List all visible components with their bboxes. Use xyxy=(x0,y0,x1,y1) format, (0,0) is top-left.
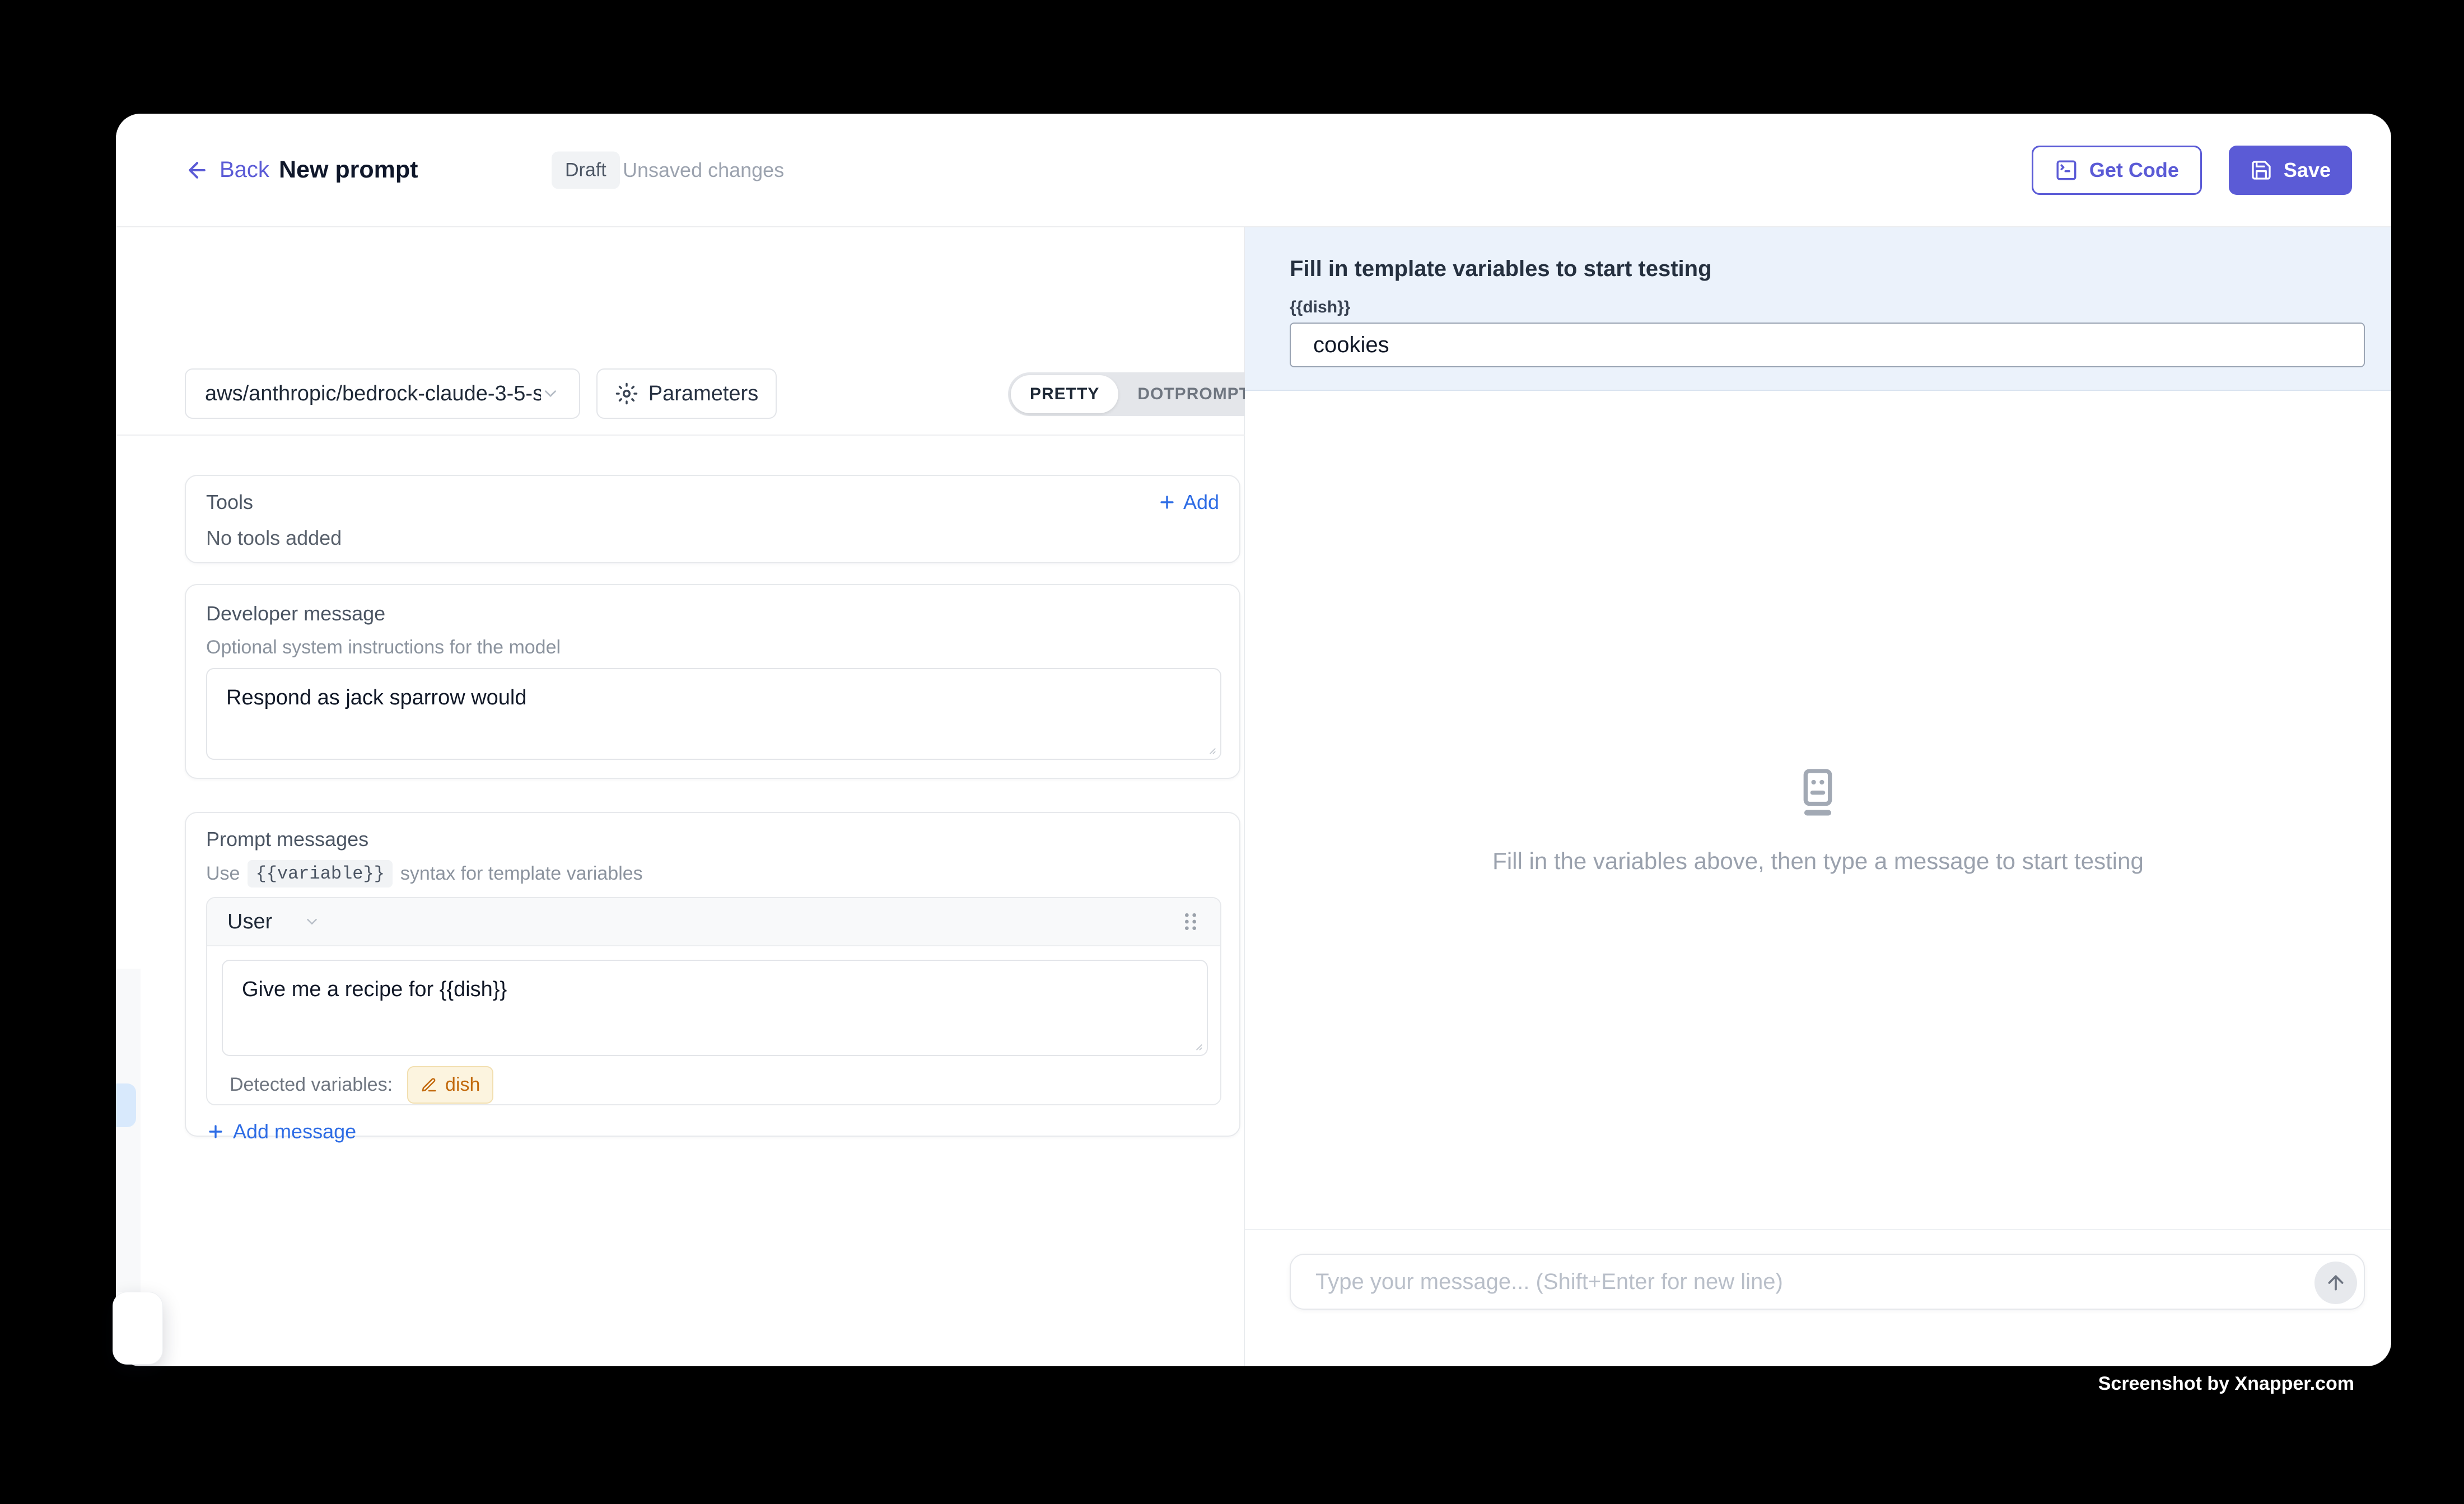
hint-prefix: Use xyxy=(206,863,240,885)
role-select[interactable]: User xyxy=(227,910,320,934)
header: Back New prompt Draft Unsaved changes Ge… xyxy=(116,114,2391,227)
editor-pane: aws/anthropic/bedrock-claude-3-5-s... Pa… xyxy=(116,227,1245,1366)
chevron-down-icon xyxy=(304,913,320,930)
status-badge: Draft xyxy=(552,151,620,189)
model-select[interactable]: aws/anthropic/bedrock-claude-3-5-s... xyxy=(185,368,580,419)
prompt-messages-title: Prompt messages xyxy=(206,828,368,851)
variable-badge-label: dish xyxy=(445,1074,480,1096)
edge-popover-card xyxy=(113,1292,163,1365)
arrow-left-icon xyxy=(185,158,209,183)
get-code-label: Get Code xyxy=(2089,158,2179,182)
page-title: New prompt xyxy=(279,114,418,226)
empty-state-text: Fill in the variables above, then type a… xyxy=(1492,848,2144,875)
add-message-label: Add message xyxy=(233,1120,356,1143)
sidebar-edge-strip xyxy=(116,969,141,1292)
toggle-option-pretty[interactable]: PRETTY xyxy=(1011,375,1118,413)
arrow-up-icon xyxy=(2325,1272,2347,1294)
send-button[interactable] xyxy=(2314,1262,2357,1304)
add-tool-label: Add xyxy=(1183,491,1219,514)
chat-input-bar xyxy=(1245,1229,2391,1366)
back-button[interactable]: Back xyxy=(185,114,269,226)
view-mode-toggle: PRETTY DOTPROMPT xyxy=(1008,372,1272,416)
variable-badge[interactable]: dish xyxy=(407,1066,493,1104)
content: aws/anthropic/bedrock-claude-3-5-s... Pa… xyxy=(116,227,2391,1366)
chat-input-box xyxy=(1290,1254,2365,1310)
unsaved-changes-text: Unsaved changes xyxy=(623,158,784,182)
variable-value-input[interactable] xyxy=(1290,323,2365,367)
terminal-icon xyxy=(2055,158,2078,182)
variables-panel: Fill in template variables to start test… xyxy=(1245,227,2391,391)
detected-variables-row: Detected variables: dish xyxy=(230,1066,493,1104)
parameters-label: Parameters xyxy=(648,382,758,406)
tools-card: Tools Add No tools added xyxy=(185,475,1240,563)
model-select-value: aws/anthropic/bedrock-claude-3-5-s... xyxy=(205,382,541,406)
save-label: Save xyxy=(2284,158,2331,182)
developer-message-subtitle: Optional system instructions for the mod… xyxy=(206,637,561,658)
tools-title: Tools xyxy=(206,491,253,514)
hint-suffix: syntax for template variables xyxy=(400,863,643,885)
test-pane: Fill in template variables to start test… xyxy=(1245,227,2391,1366)
message-header: User xyxy=(207,898,1220,946)
detected-variables-label: Detected variables: xyxy=(230,1074,393,1096)
watermark-text: Screenshot by Xnapper.com xyxy=(2098,1373,2354,1395)
back-label: Back xyxy=(220,157,269,183)
plus-icon xyxy=(206,1122,225,1141)
get-code-button[interactable]: Get Code xyxy=(2032,146,2202,195)
user-message-field-wrap: Give me a recipe for {{dish}} xyxy=(222,960,1208,1056)
developer-message-field-wrap: Respond as jack sparrow would xyxy=(206,668,1221,760)
parameters-button[interactable]: Parameters xyxy=(596,368,777,419)
pencil-icon xyxy=(421,1077,437,1094)
tools-empty-text: No tools added xyxy=(206,526,342,550)
robot-icon xyxy=(1789,764,1847,822)
save-icon xyxy=(2250,159,2272,181)
message-block: User Give me a recipe for {{dish}} xyxy=(206,897,1221,1105)
developer-message-card: Developer message Optional system instru… xyxy=(185,584,1240,779)
role-value: User xyxy=(227,910,272,934)
add-tool-button[interactable]: Add xyxy=(1158,491,1219,514)
developer-message-title: Developer message xyxy=(206,602,385,625)
add-message-button[interactable]: Add message xyxy=(206,1120,356,1143)
variable-name-label: {{dish}} xyxy=(1290,298,1350,317)
developer-message-input[interactable]: Respond as jack sparrow would xyxy=(206,668,1221,760)
sidebar-selected-highlight xyxy=(116,1083,136,1127)
app-window: Back New prompt Draft Unsaved changes Ge… xyxy=(116,114,2391,1366)
user-message-input[interactable]: Give me a recipe for {{dish}} xyxy=(222,960,1208,1056)
drag-handle-icon[interactable] xyxy=(1181,910,1200,933)
header-actions: Get Code Save xyxy=(2032,146,2352,195)
chat-area: Fill in the variables above, then type a… xyxy=(1245,391,2391,1229)
divider xyxy=(116,435,1245,436)
chat-message-input[interactable] xyxy=(1315,1255,2267,1309)
prompt-messages-card: Prompt messages Use {{variable}} syntax … xyxy=(185,812,1240,1137)
plus-icon xyxy=(1158,493,1177,512)
save-button[interactable]: Save xyxy=(2229,146,2352,195)
empty-state: Fill in the variables above, then type a… xyxy=(1492,764,2144,875)
variable-syntax-chip: {{variable}} xyxy=(248,860,392,888)
variables-panel-title: Fill in template variables to start test… xyxy=(1290,256,1712,282)
gear-icon xyxy=(615,382,638,405)
template-hint: Use {{variable}} syntax for template var… xyxy=(206,860,643,888)
chevron-down-icon xyxy=(541,384,560,403)
